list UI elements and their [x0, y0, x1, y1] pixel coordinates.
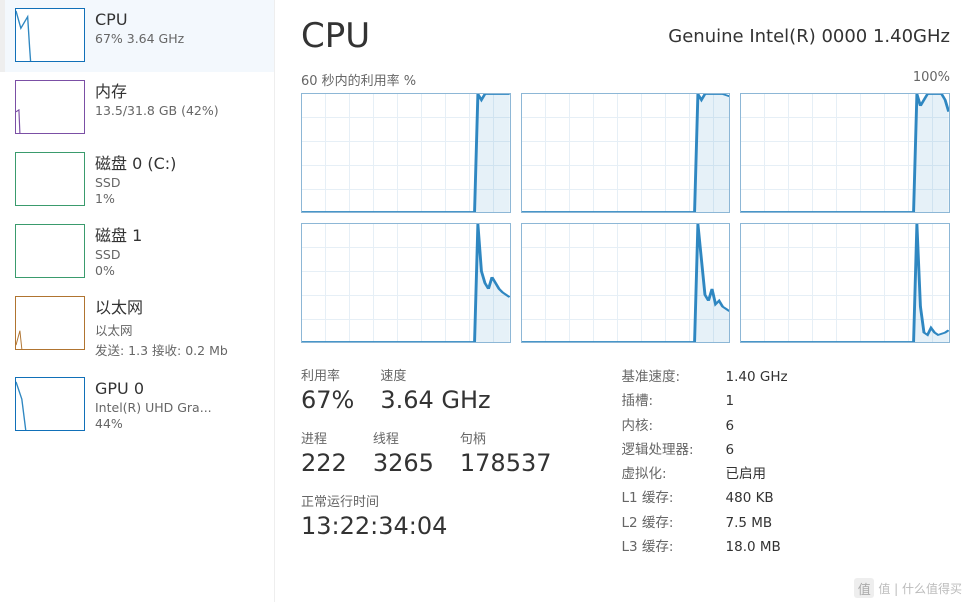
watermark: 值 值 | 什么值得买: [854, 578, 962, 598]
sidebar-title: GPU 0: [95, 379, 212, 398]
spec-key: L2 缓存:: [622, 511, 714, 535]
sidebar-subtitle: 13.5/31.8 GB (42%): [95, 103, 219, 118]
sidebar-subtitle: SSD: [95, 247, 142, 262]
sidebar-subtitle: SSD: [95, 175, 176, 190]
sidebar-title: 以太网: [95, 298, 228, 317]
core-chart-1[interactable]: [521, 93, 731, 213]
core-chart-2[interactable]: [740, 93, 950, 213]
sidebar-subtitle: 67% 3.64 GHz: [95, 31, 184, 46]
spec-key: 内核:: [622, 414, 714, 438]
page-title: CPU: [301, 16, 370, 56]
proc-value: 222: [301, 449, 347, 477]
sidebar-item-memory[interactable]: 内存 13.5/31.8 GB (42%): [0, 72, 274, 144]
sidebar-subtitle2: 1%: [95, 191, 176, 206]
sidebar-subtitle2: 0%: [95, 263, 142, 278]
spec-val: 7.5 MB: [726, 511, 773, 535]
sidebar-subtitle: Intel(R) UHD Gra...: [95, 400, 212, 415]
watermark-icon: 值: [854, 578, 874, 598]
sidebar-title: 内存: [95, 82, 219, 101]
sidebar-title: 磁盘 0 (C:): [95, 154, 176, 173]
spec-val: 6: [726, 414, 735, 438]
uptime-value: 13:22:34:04: [301, 512, 552, 540]
handle-value: 178537: [460, 449, 552, 477]
spec-key: 基准速度:: [622, 365, 714, 389]
spec-val: 18.0 MB: [726, 535, 781, 559]
sidebar-title: 磁盘 1: [95, 226, 142, 245]
sidebar-subtitle: 以太网: [95, 320, 228, 339]
sidebar: CPU 67% 3.64 GHz 内存 13.5/31.8 GB (42%) 磁…: [0, 0, 275, 602]
core-chart-3[interactable]: [301, 223, 511, 343]
thread-value: 3265: [373, 449, 434, 477]
sidebar-subtitle2: 44%: [95, 416, 212, 431]
uptime-label: 正常运行时间: [301, 491, 552, 510]
spec-table: 基准速度:1.40 GHz 插槽:1 内核:6 逻辑处理器:6 虚拟化:已启用 …: [622, 365, 788, 559]
sidebar-item-disk-1[interactable]: 磁盘 1 SSD 0%: [0, 216, 274, 288]
thumbnail-disk1-icon: [15, 224, 85, 278]
axis-max: 100%: [913, 70, 950, 89]
thumbnail-ethernet-icon: [15, 296, 85, 350]
sidebar-subtitle2: 发送: 1.3 接收: 0.2 Mb: [95, 340, 228, 359]
util-value: 67%: [301, 386, 354, 414]
spec-key: 插槽:: [622, 389, 714, 413]
core-chart-5[interactable]: [740, 223, 950, 343]
axis-label: 60 秒内的利用率 %: [301, 70, 416, 89]
spec-key: L3 缓存:: [622, 535, 714, 559]
cpu-core-chart-grid: [301, 93, 950, 343]
spec-key: L1 缓存:: [622, 486, 714, 510]
spec-val: 已启用: [726, 462, 767, 486]
spec-val: 6: [726, 438, 735, 462]
sidebar-item-cpu[interactable]: CPU 67% 3.64 GHz: [0, 0, 274, 72]
spec-val: 480 KB: [726, 486, 774, 510]
thumbnail-gpu-icon: [15, 377, 85, 431]
stats-block: 利用率 67% 速度 3.64 GHz 进程 222 线程 32: [301, 365, 552, 559]
cpu-model: Genuine Intel(R) 0000 1.40GHz: [668, 16, 950, 47]
thumbnail-disk0-icon: [15, 152, 85, 206]
sidebar-item-disk-0[interactable]: 磁盘 0 (C:) SSD 1%: [0, 144, 274, 216]
spec-key: 逻辑处理器:: [622, 438, 714, 462]
sidebar-item-ethernet[interactable]: 以太网 以太网 发送: 1.3 接收: 0.2 Mb: [0, 288, 274, 368]
spec-val: 1.40 GHz: [726, 365, 788, 389]
thread-label: 线程: [373, 428, 434, 447]
proc-label: 进程: [301, 428, 347, 447]
main-panel: CPU Genuine Intel(R) 0000 1.40GHz 60 秒内的…: [275, 0, 970, 602]
core-chart-0[interactable]: [301, 93, 511, 213]
spec-key: 虚拟化:: [622, 462, 714, 486]
handle-label: 句柄: [460, 428, 552, 447]
watermark-text: 值 | 什么值得买: [878, 580, 962, 597]
speed-value: 3.64 GHz: [380, 386, 490, 414]
sidebar-title: CPU: [95, 10, 184, 29]
thumbnail-cpu-icon: [15, 8, 85, 62]
sidebar-item-gpu[interactable]: GPU 0 Intel(R) UHD Gra... 44%: [0, 369, 274, 441]
speed-label: 速度: [380, 365, 490, 384]
core-chart-4[interactable]: [521, 223, 731, 343]
spec-val: 1: [726, 389, 735, 413]
thumbnail-memory-icon: [15, 80, 85, 134]
util-label: 利用率: [301, 365, 354, 384]
